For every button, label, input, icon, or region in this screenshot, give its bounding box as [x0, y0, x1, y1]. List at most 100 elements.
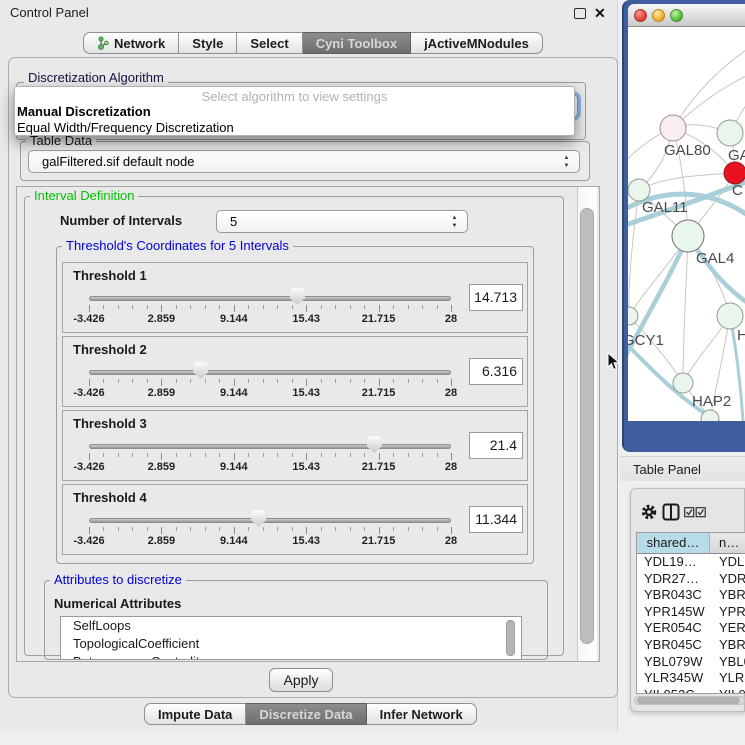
tab-label: jActiveMNodules: [424, 36, 529, 51]
table-row[interactable]: YPR145WYPR1: [637, 604, 745, 621]
table-hscrollbar-thumb[interactable]: [637, 697, 740, 704]
slider-tick-label: 28: [445, 461, 457, 473]
slider-ticks: [89, 379, 451, 387]
table-row[interactable]: YLR345WYLR3: [637, 670, 745, 687]
network-node[interactable]: [628, 307, 638, 325]
attribute-list-item[interactable]: SelfLoops: [61, 617, 521, 635]
slider-tick-label: 2.859: [148, 387, 176, 399]
table-row[interactable]: YBL079WYBL0: [637, 654, 745, 671]
column-header-name[interactable]: n…: [710, 533, 745, 553]
close-icon[interactable]: ✕: [594, 4, 606, 22]
tab-style[interactable]: Style: [179, 32, 237, 54]
network-node[interactable]: [672, 220, 704, 252]
node-label: GAL80: [664, 142, 711, 159]
slider-thumb[interactable]: [367, 436, 382, 453]
float-window-icon[interactable]: [574, 8, 586, 19]
slider-tick-label: 2.859: [148, 313, 176, 325]
table-panel-title: Table Panel: [620, 456, 745, 481]
table-row[interactable]: YBR043CYBR0: [637, 587, 745, 604]
zoom-traffic-light-icon[interactable]: [670, 9, 683, 22]
network-canvas[interactable]: GAL80GACGAL11GAL4GCY1HHAP2: [628, 27, 745, 421]
slider-tick-label: 15.43: [292, 313, 320, 325]
node-label: GA: [728, 147, 745, 164]
tab-cyni-toolbox[interactable]: Cyni Toolbox: [303, 32, 411, 54]
threshold-slider[interactable]: -3.4262.8599.14415.4321.71528: [89, 263, 451, 334]
slider-tick-label: 28: [445, 535, 457, 547]
slider-track[interactable]: [89, 444, 451, 449]
settings-scrollbar-thumb[interactable]: [580, 208, 594, 644]
attributes-scrollbar-thumb[interactable]: [506, 620, 515, 656]
close-traffic-light-icon[interactable]: [634, 9, 647, 22]
table-row[interactable]: YDR27…YDR2: [637, 571, 745, 588]
network-node[interactable]: [724, 162, 745, 184]
slider-tick-labels: -3.4262.8599.14415.4321.71528: [89, 461, 451, 475]
table-header-row: shared… n…: [637, 533, 745, 554]
number-of-intervals-label: Number of Intervals: [60, 213, 182, 228]
threshold-value-field[interactable]: 6.316: [469, 358, 523, 385]
network-node[interactable]: [628, 179, 650, 201]
table-data-combobox[interactable]: galFiltered.sif default node ▲▼: [28, 150, 580, 173]
threshold-value-field[interactable]: 21.4: [469, 432, 523, 459]
numerical-attributes-list[interactable]: SelfLoopsTopologicalCoefficientBetweenne…: [60, 616, 522, 660]
tab-discretize-data[interactable]: Discretize Data: [246, 703, 366, 725]
node-table: shared… n… YDL19…YDL1YDR27…YDR2YBR043CYB…: [636, 532, 745, 694]
table-row[interactable]: YER054CYER0: [637, 620, 745, 637]
slider-thumb[interactable]: [193, 362, 208, 379]
slider-thumb[interactable]: [251, 510, 266, 527]
column-header-shared-name[interactable]: shared…: [637, 533, 710, 553]
algorithm-option-manual[interactable]: Manual Discretization: [17, 104, 570, 120]
table-row[interactable]: YIL052CYIL0: [637, 687, 745, 694]
attribute-list-item[interactable]: TopologicalCoefficient: [61, 635, 521, 653]
network-node[interactable]: [660, 115, 686, 141]
slider-tick-label: 9.144: [220, 313, 248, 325]
split-columns-icon[interactable]: [662, 503, 680, 521]
cell-name: YPR1: [710, 604, 745, 621]
table-data-title: Table Data: [26, 134, 96, 148]
network-node[interactable]: [717, 120, 743, 146]
slider-thumb[interactable]: [290, 288, 305, 305]
threshold-slider[interactable]: -3.4262.8599.14415.4321.71528: [89, 411, 451, 482]
slider-track[interactable]: [89, 518, 451, 523]
number-of-intervals-value: 5: [230, 211, 237, 233]
cell-shared-name: YER054C: [637, 620, 710, 637]
minimize-traffic-light-icon[interactable]: [652, 9, 665, 22]
node-label: GAL11: [642, 199, 688, 216]
slider-track[interactable]: [89, 296, 451, 301]
tab-infer-network[interactable]: Infer Network: [367, 703, 477, 725]
combo-stepper-icon: ▲▼: [562, 154, 571, 170]
gear-icon[interactable]: [640, 503, 658, 521]
tab-label: Select: [250, 36, 288, 51]
number-of-intervals-combobox[interactable]: 5 ▲▼: [216, 210, 468, 233]
threshold-slider[interactable]: -3.4262.8599.14415.4321.71528: [89, 337, 451, 408]
tab-jactivemnodules[interactable]: jActiveMNodules: [411, 32, 543, 54]
slider-track[interactable]: [89, 370, 451, 375]
table-row[interactable]: YBR045CYBR0: [637, 637, 745, 654]
network-node[interactable]: [717, 303, 743, 329]
attribute-list-item[interactable]: BetweennessCentrality: [61, 653, 521, 660]
tab-impute-data[interactable]: Impute Data: [144, 703, 246, 725]
node-label: H: [737, 327, 745, 344]
tab-select[interactable]: Select: [237, 32, 302, 54]
apply-button[interactable]: Apply: [269, 668, 333, 692]
tab-network[interactable]: Network: [83, 32, 179, 54]
threshold-panel: Threshold 4-3.4262.8599.14415.4321.71528…: [62, 484, 528, 555]
slider-tick-label: 28: [445, 387, 457, 399]
cell-name: YLR3: [710, 670, 745, 687]
threshold-slider[interactable]: -3.4262.8599.14415.4321.71528: [89, 485, 451, 556]
table-row[interactable]: YDL19…YDL1: [637, 554, 745, 571]
combo-stepper-icon: ▲▼: [450, 214, 459, 230]
tab-label: Infer Network: [380, 707, 463, 722]
cell-shared-name: YPR145W: [637, 604, 710, 621]
network-node[interactable]: [673, 373, 693, 393]
slider-tick-label: 9.144: [220, 387, 248, 399]
node-label: C: [732, 182, 743, 199]
cell-name: YBR0: [710, 587, 745, 604]
checkbox-icons[interactable]: [684, 507, 706, 518]
slider-tick-label: 21.715: [362, 313, 396, 325]
slider-tick-labels: -3.4262.8599.14415.4321.71528: [89, 535, 451, 549]
algorithm-option-equal-width[interactable]: Equal Width/Frequency Discretization: [17, 120, 570, 136]
threshold-value-field[interactable]: 11.344: [469, 506, 523, 533]
threshold-value-field[interactable]: 14.713: [469, 284, 523, 311]
interval-definition-title: Interval Definition: [30, 189, 138, 203]
slider-tick-labels: -3.4262.8599.14415.4321.71528: [89, 387, 451, 401]
